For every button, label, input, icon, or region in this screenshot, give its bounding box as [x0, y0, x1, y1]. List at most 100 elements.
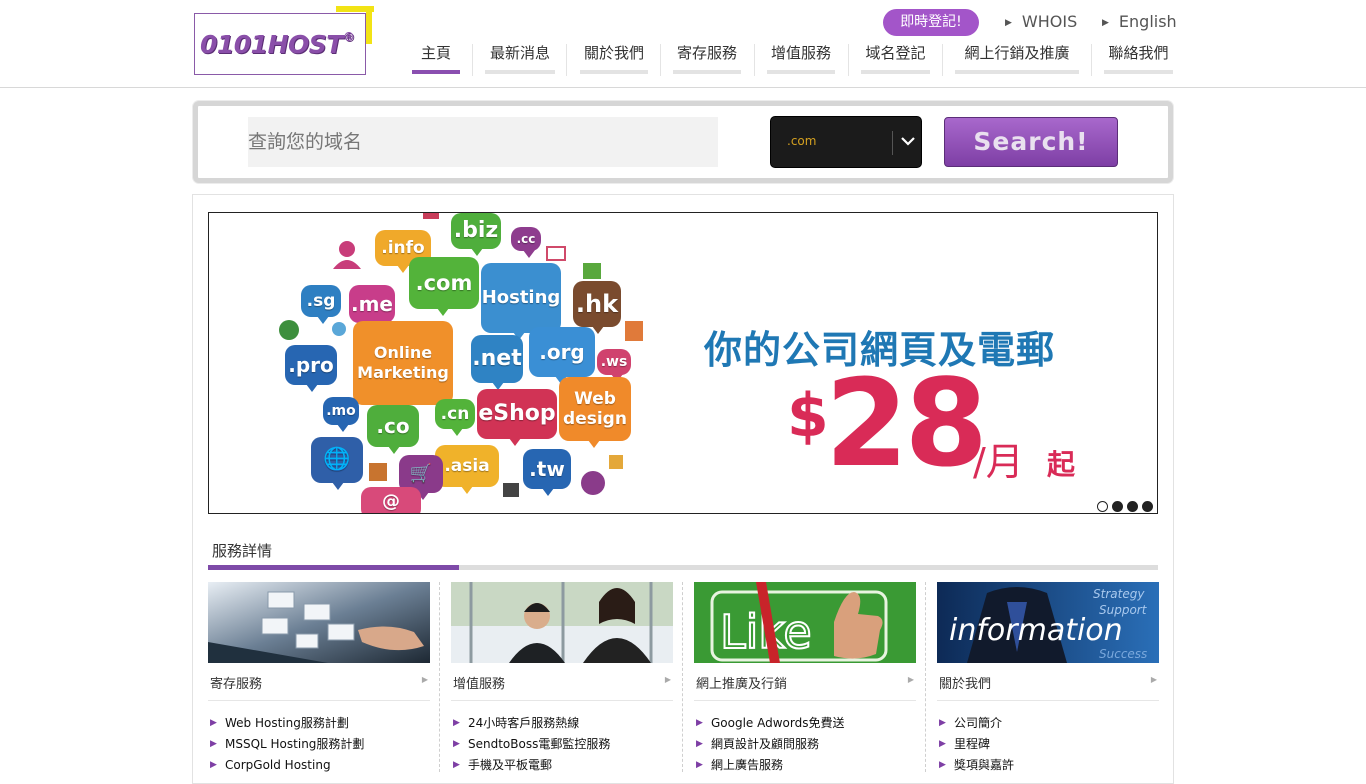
- domain-search-input[interactable]: [248, 117, 718, 167]
- list-item[interactable]: ▶ MSSQL Hosting服務計劃: [208, 734, 430, 755]
- slide-dot[interactable]: [1097, 501, 1108, 512]
- bubble-com: .com: [409, 257, 479, 316]
- list-item-label: MSSQL Hosting服務計劃: [225, 737, 365, 751]
- list-item[interactable]: ▶ Web Hosting服務計劃: [208, 713, 430, 734]
- information-image[interactable]: Strategy Support Success information: [937, 582, 1159, 663]
- site-logo[interactable]: 0101HOST®: [194, 6, 374, 76]
- nav-marketing[interactable]: 網上行銷及推廣: [955, 42, 1079, 74]
- bubble-co: .co: [367, 405, 419, 454]
- list-item-label: 獎項與嘉許: [954, 758, 1015, 772]
- nav-news[interactable]: 最新消息: [485, 42, 555, 74]
- service-heading-hosting[interactable]: 寄存服務 ▶: [208, 663, 430, 701]
- service-list-hosting: ▶ Web Hosting服務計劃 ▶ MSSQL Hosting服務計劃 ▶ Cor…: [208, 713, 430, 776]
- nav-divider: [1091, 44, 1092, 76]
- slide-dot[interactable]: [1142, 501, 1153, 512]
- bubble-cc: .cc: [511, 227, 541, 258]
- nav-home[interactable]: 主頁: [412, 42, 460, 74]
- at-sign-icon: @: [361, 487, 421, 513]
- bubble-me: .me: [349, 285, 395, 330]
- slide-dot[interactable]: [1112, 501, 1123, 512]
- dropdown-divider: [892, 131, 893, 155]
- nav-underline: [955, 70, 1079, 74]
- nav-underline: [673, 70, 741, 74]
- chevron-down-icon: [901, 137, 915, 146]
- service-list-marketing: ▶ Google Adwords免費送 ▶ 網頁設計及顧問服務 ▶ 網上廣告服務: [694, 713, 916, 776]
- search-button[interactable]: Search!: [944, 117, 1118, 167]
- whois-label: WHOIS: [1021, 12, 1078, 31]
- service-heading-marketing[interactable]: 網上推廣及行銷 ▶: [694, 663, 916, 701]
- keyboard-email-image[interactable]: [208, 582, 430, 663]
- list-item-label: 公司簡介: [954, 716, 1003, 730]
- bubble-sg: .sg: [301, 285, 341, 324]
- tld-dropdown[interactable]: .com: [770, 116, 922, 168]
- bubble-pro: .pro: [285, 345, 337, 392]
- bullet-icon: ▶: [696, 760, 703, 770]
- services-section-title: 服務詳情: [212, 542, 273, 560]
- nav-divider: [566, 44, 567, 76]
- service-heading-about[interactable]: 關於我們 ▶: [937, 663, 1159, 701]
- like-thumb-illustration: Like: [694, 582, 916, 663]
- section-divider: [208, 565, 1158, 570]
- triangle-right-icon: ▶: [664, 675, 671, 684]
- globe-icon: 🌐: [311, 437, 363, 490]
- bubble-mo: .mo: [323, 397, 359, 432]
- list-item[interactable]: ▶ 里程碑: [937, 734, 1159, 755]
- nav-value-added[interactable]: 增值服務: [767, 42, 835, 74]
- service-heading-label: 網上推廣及行銷: [696, 677, 788, 692]
- list-item-label: Web Hosting服務計劃: [225, 716, 349, 730]
- list-item[interactable]: ▶ Google Adwords免費送: [694, 713, 916, 734]
- bullet-icon: ▶: [453, 760, 460, 770]
- bubble-hk: .hk: [573, 281, 621, 334]
- english-label: English: [1118, 12, 1177, 31]
- nav-domain[interactable]: 域名登記: [861, 42, 930, 74]
- nav-divider: [660, 44, 661, 76]
- english-link[interactable]: ▶ English: [1102, 12, 1177, 31]
- bubble-ws: .ws: [597, 349, 631, 382]
- list-item-label: 網頁設計及顧問服務: [711, 737, 820, 751]
- image-word-success: Success: [1099, 647, 1147, 661]
- list-item[interactable]: ▶ 24小時客戶服務熱線: [451, 713, 673, 734]
- bubble-asia: .asia: [435, 445, 499, 494]
- list-item[interactable]: ▶ 網頁設計及顧問服務: [694, 734, 916, 755]
- keyboard-email-illustration: [208, 582, 430, 663]
- column-divider: [439, 582, 440, 772]
- triangle-right-icon: ▶: [907, 675, 914, 684]
- bullet-icon: ▶: [453, 739, 460, 749]
- triangle-right-icon: ▶: [1102, 18, 1109, 28]
- list-item[interactable]: ▶ SendtoBoss電郵監控服務: [451, 734, 673, 755]
- nav-contact-label: 聯絡我們: [1108, 44, 1169, 62]
- bubble-biz: .biz: [451, 213, 501, 256]
- list-item[interactable]: ▶ CorpGold Hosting: [208, 755, 430, 776]
- nav-contact[interactable]: 聯絡我們: [1104, 42, 1173, 74]
- bubble-tw: .tw: [523, 449, 571, 496]
- bubble-org: .org: [529, 327, 595, 384]
- list-item[interactable]: ▶ 獎項與嘉許: [937, 755, 1159, 776]
- list-item-label: 網上廣告服務: [711, 758, 784, 772]
- list-item[interactable]: ▶ 公司簡介: [937, 713, 1159, 734]
- slide-dot[interactable]: [1127, 501, 1138, 512]
- bullet-icon: ▶: [939, 739, 946, 749]
- bubble-web-design: Web design: [559, 377, 631, 448]
- promo-currency: $: [787, 381, 829, 451]
- register-now-button[interactable]: 即時登記!: [883, 9, 979, 36]
- column-divider: [925, 582, 926, 772]
- whois-link[interactable]: ▶ WHOIS: [1005, 12, 1077, 31]
- service-column-value-added: 增值服務 ▶ ▶ 24小時客戶服務熱線 ▶ SendtoBoss電郵監控服務 ▶ 手機及…: [451, 582, 673, 776]
- customer-service-image[interactable]: [451, 582, 673, 663]
- promo-price: 28: [825, 355, 988, 494]
- information-image-text: information: [949, 613, 1123, 648]
- service-list-about: ▶ 公司簡介 ▶ 里程碑 ▶ 獎項與嘉許: [937, 713, 1159, 776]
- nav-about[interactable]: 關於我們: [580, 42, 648, 74]
- nav-about-label: 關於我們: [583, 44, 644, 62]
- list-item[interactable]: ▶ 網上廣告服務: [694, 755, 916, 776]
- triangle-right-icon: ▶: [1005, 18, 1012, 28]
- bullet-icon: ▶: [210, 739, 217, 749]
- nav-value-added-label: 增值服務: [770, 44, 831, 62]
- list-item[interactable]: ▶ 手機及平板電郵: [451, 755, 673, 776]
- like-thumb-image[interactable]: Like: [694, 582, 916, 663]
- promo-banner[interactable]: .info .biz .cc .sg .me .com Hosting .hk …: [208, 212, 1158, 514]
- service-heading-label: 寄存服務: [210, 677, 263, 692]
- nav-hosting[interactable]: 寄存服務: [673, 42, 741, 74]
- service-heading-value-added[interactable]: 增值服務 ▶: [451, 663, 673, 701]
- customer-service-illustration: [451, 582, 673, 663]
